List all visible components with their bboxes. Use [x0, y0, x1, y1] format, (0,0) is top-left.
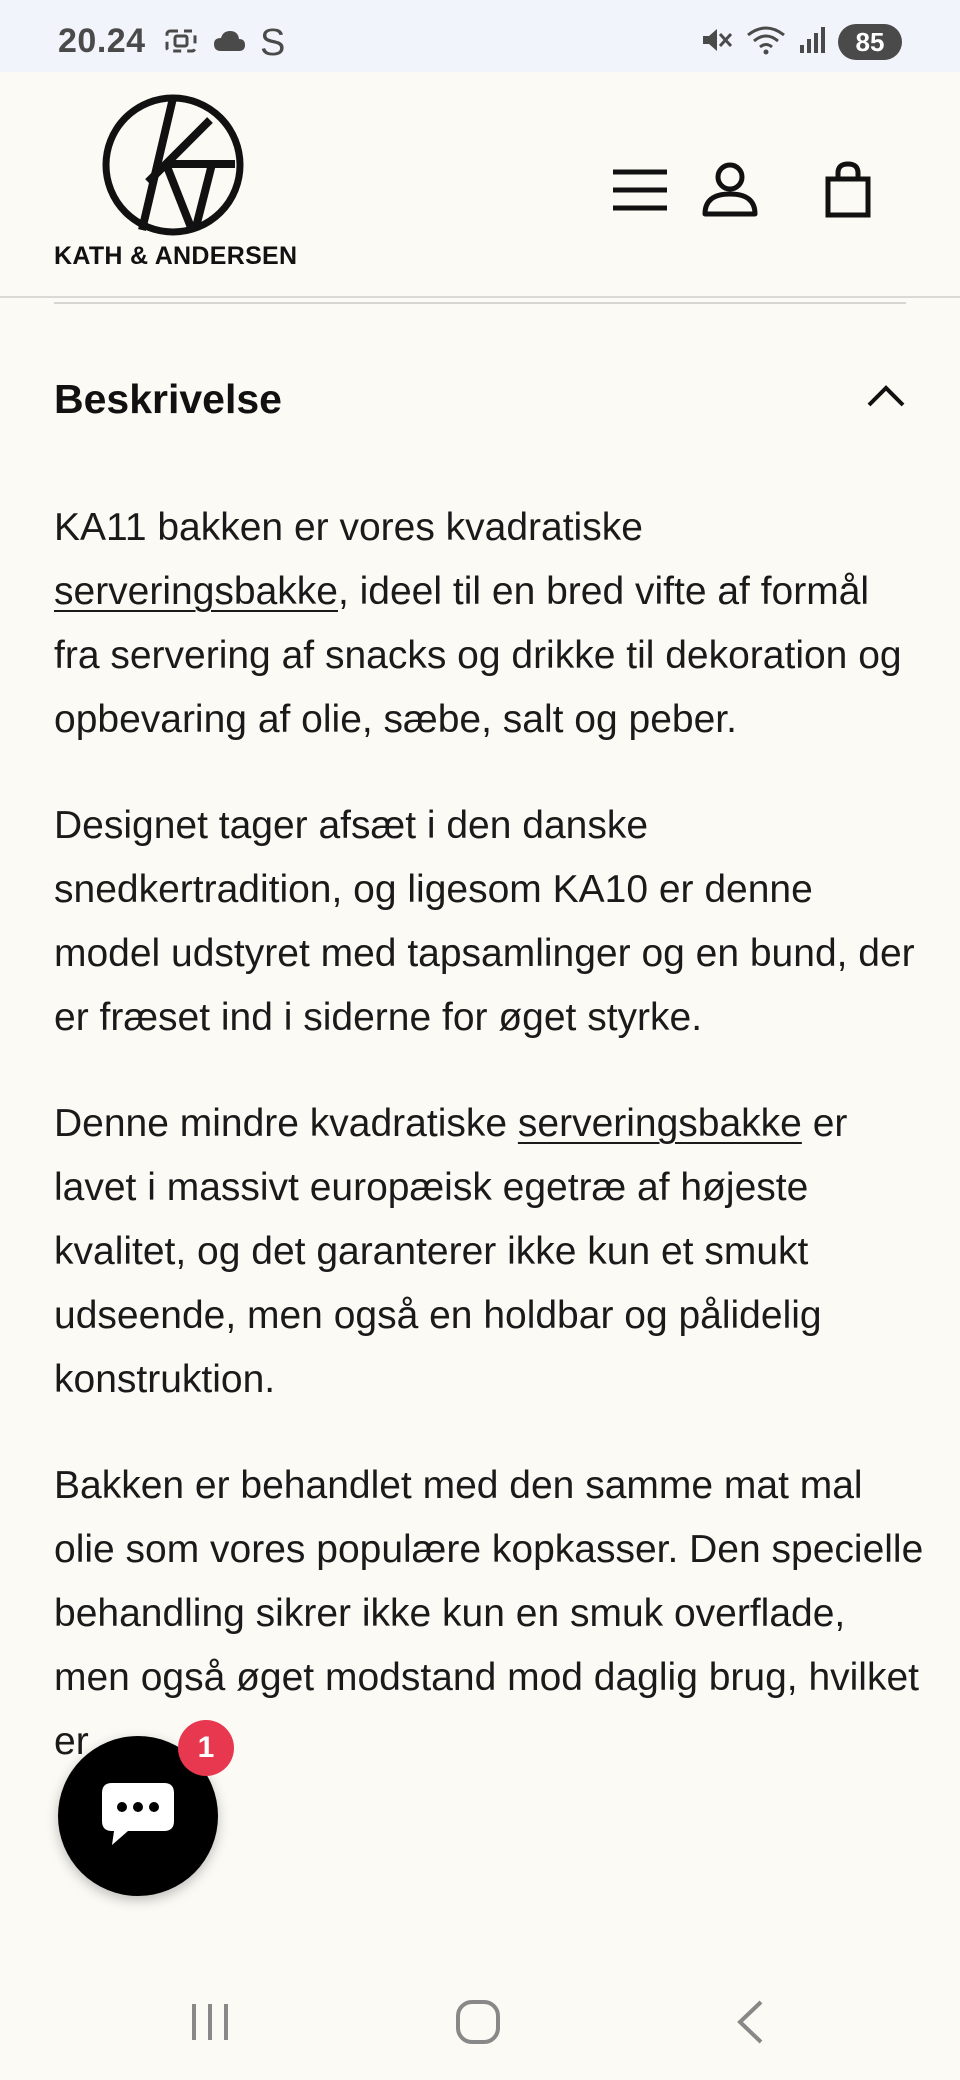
mute-icon	[700, 25, 734, 60]
paragraph-text: er lavet i massivt europæisk egetræ af h…	[54, 1102, 848, 1401]
navigation-bar	[0, 1960, 960, 2080]
description-paragraph-4: Bakken er behandlet med den samme mat ma…	[54, 1464, 924, 1763]
back-icon[interactable]	[720, 1994, 780, 2050]
status-right-icons: 85	[700, 24, 902, 60]
description-paragraph-1: KA11 bakken er vores kvadratiske serveri…	[54, 496, 924, 752]
signal-icon	[798, 25, 826, 60]
chevron-up-icon[interactable]	[866, 384, 906, 413]
logo-text: KATH & ANDERSEN	[54, 242, 298, 270]
account-icon[interactable]	[700, 160, 760, 220]
cart-icon[interactable]	[818, 160, 878, 220]
recent-apps-icon[interactable]	[180, 1994, 240, 2050]
status-left-icons: S	[164, 24, 285, 62]
serveringsbakke-link[interactable]: serveringsbakke	[518, 1102, 802, 1145]
battery-badge: 85	[838, 24, 902, 60]
screenshot-icon	[164, 26, 198, 61]
cloud-icon	[212, 29, 246, 58]
serveringsbakke-link[interactable]: serveringsbakke	[54, 570, 338, 613]
menu-icon[interactable]	[610, 160, 670, 220]
section-divider	[54, 302, 906, 304]
status-time: 20.24	[58, 22, 146, 60]
paragraph-text: Denne mindre kvadratiske	[54, 1102, 518, 1145]
paragraph-text: KA11 bakken er vores kvadratiske	[54, 506, 643, 549]
accordion-title: Beskrivelse	[54, 376, 282, 422]
status-bar: 20.24 S 85	[0, 0, 960, 72]
header-icons	[0, 160, 960, 220]
wifi-icon	[746, 25, 786, 60]
site-header: KATH & ANDERSEN	[0, 72, 960, 298]
s-glyph: S	[260, 22, 286, 64]
description-body: KA11 bakken er vores kvadratiske serveri…	[54, 496, 924, 1816]
description-paragraph-3: Denne mindre kvadratiske serveringsbakke…	[54, 1092, 924, 1412]
chat-notification-badge: 1	[178, 1720, 234, 1776]
accordion-description-toggle[interactable]: Beskrivelse	[54, 362, 906, 442]
home-icon[interactable]	[448, 1994, 508, 2050]
chat-bubble-icon	[98, 1779, 178, 1854]
description-paragraph-2: Designet tager afsæt i den danske snedke…	[54, 804, 915, 1039]
